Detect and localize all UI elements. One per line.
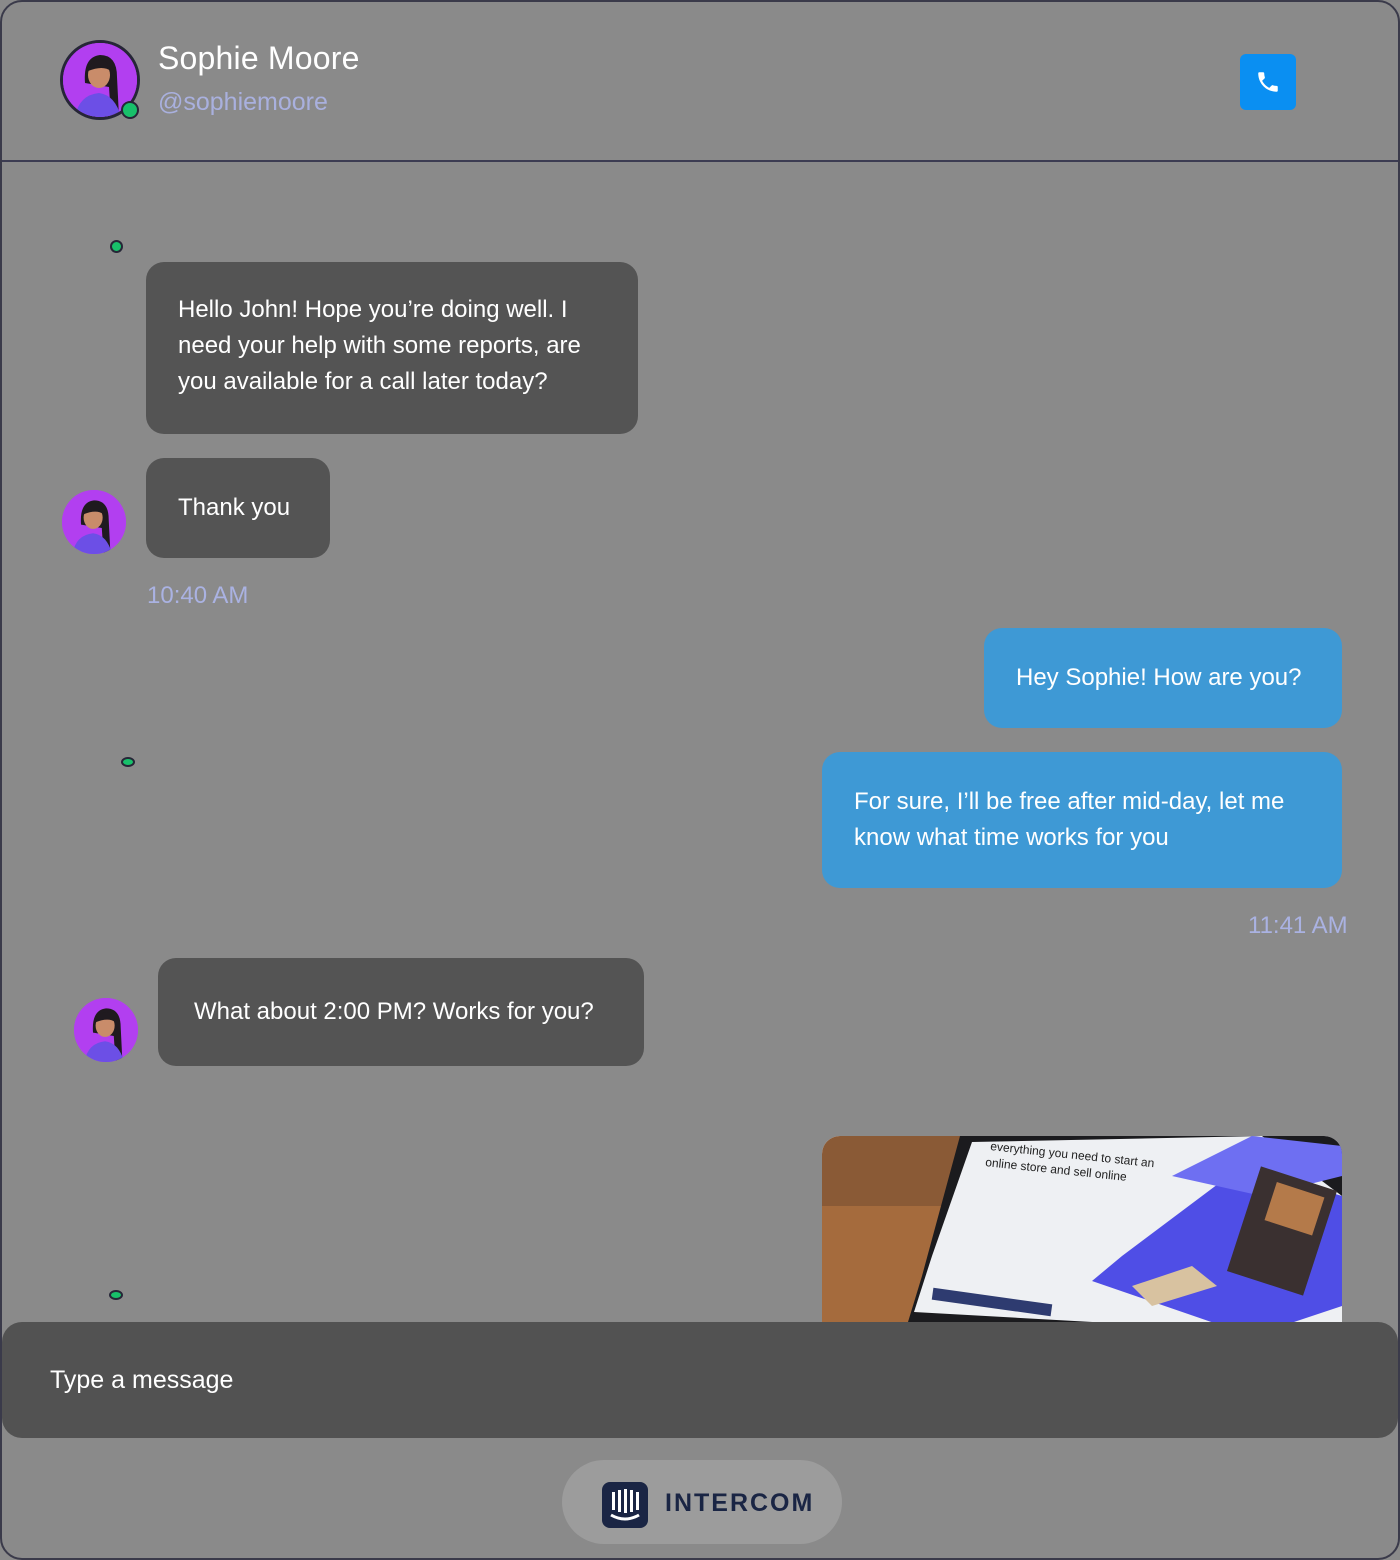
message-bubble-incoming[interactable]: Hello John! Hope you’re doing well. I ne…	[146, 262, 638, 434]
person-photo-icon	[74, 998, 138, 1062]
message-bubble-outgoing[interactable]: Hey Sophie! How are you?	[984, 628, 1342, 728]
contact-handle: @sophiemoore	[158, 88, 328, 116]
call-button[interactable]	[1240, 54, 1296, 110]
contact-name: Sophie Moore	[158, 40, 360, 76]
message-input-bar[interactable]: Type a message	[2, 1322, 1398, 1438]
chat-window: Sophie Moore @sophiemoore Hello John! Ho…	[0, 0, 1400, 1560]
typing-indicator-dot	[109, 1290, 123, 1300]
message-text: For sure, I’ll be free after mid-day, le…	[854, 788, 1285, 851]
typing-indicator-dot	[121, 757, 135, 767]
intercom-logo-icon	[602, 1482, 648, 1528]
message-text: What about 2:00 PM? Works for you?	[194, 998, 594, 1025]
message-timestamp: 10:40 AM	[147, 582, 249, 609]
message-text: Thank you	[178, 494, 291, 521]
brand-name: INTERCOM	[665, 1489, 815, 1517]
message-bubble-outgoing[interactable]: For sure, I’ll be free after mid-day, le…	[822, 752, 1342, 888]
typing-indicator-dot	[110, 240, 123, 253]
message-text: Hello John! Hope you’re doing well. I ne…	[178, 296, 581, 395]
sender-avatar[interactable]	[74, 998, 138, 1062]
powered-by-badge[interactable]: INTERCOM	[562, 1460, 842, 1544]
message-bubble-incoming[interactable]: What about 2:00 PM? Works for you?	[158, 958, 644, 1066]
online-status-dot	[121, 101, 139, 119]
phone-icon	[1258, 72, 1278, 92]
sender-avatar[interactable]	[62, 490, 126, 554]
message-text: Hey Sophie! How are you?	[1016, 664, 1302, 691]
message-timestamp: 11:41 AM	[1248, 912, 1348, 939]
chat-header: Sophie Moore @sophiemoore	[2, 2, 1398, 162]
message-bubble-incoming[interactable]: Thank you	[146, 458, 330, 558]
message-input-placeholder[interactable]: Type a message	[50, 1366, 233, 1395]
person-photo-icon	[62, 490, 126, 554]
